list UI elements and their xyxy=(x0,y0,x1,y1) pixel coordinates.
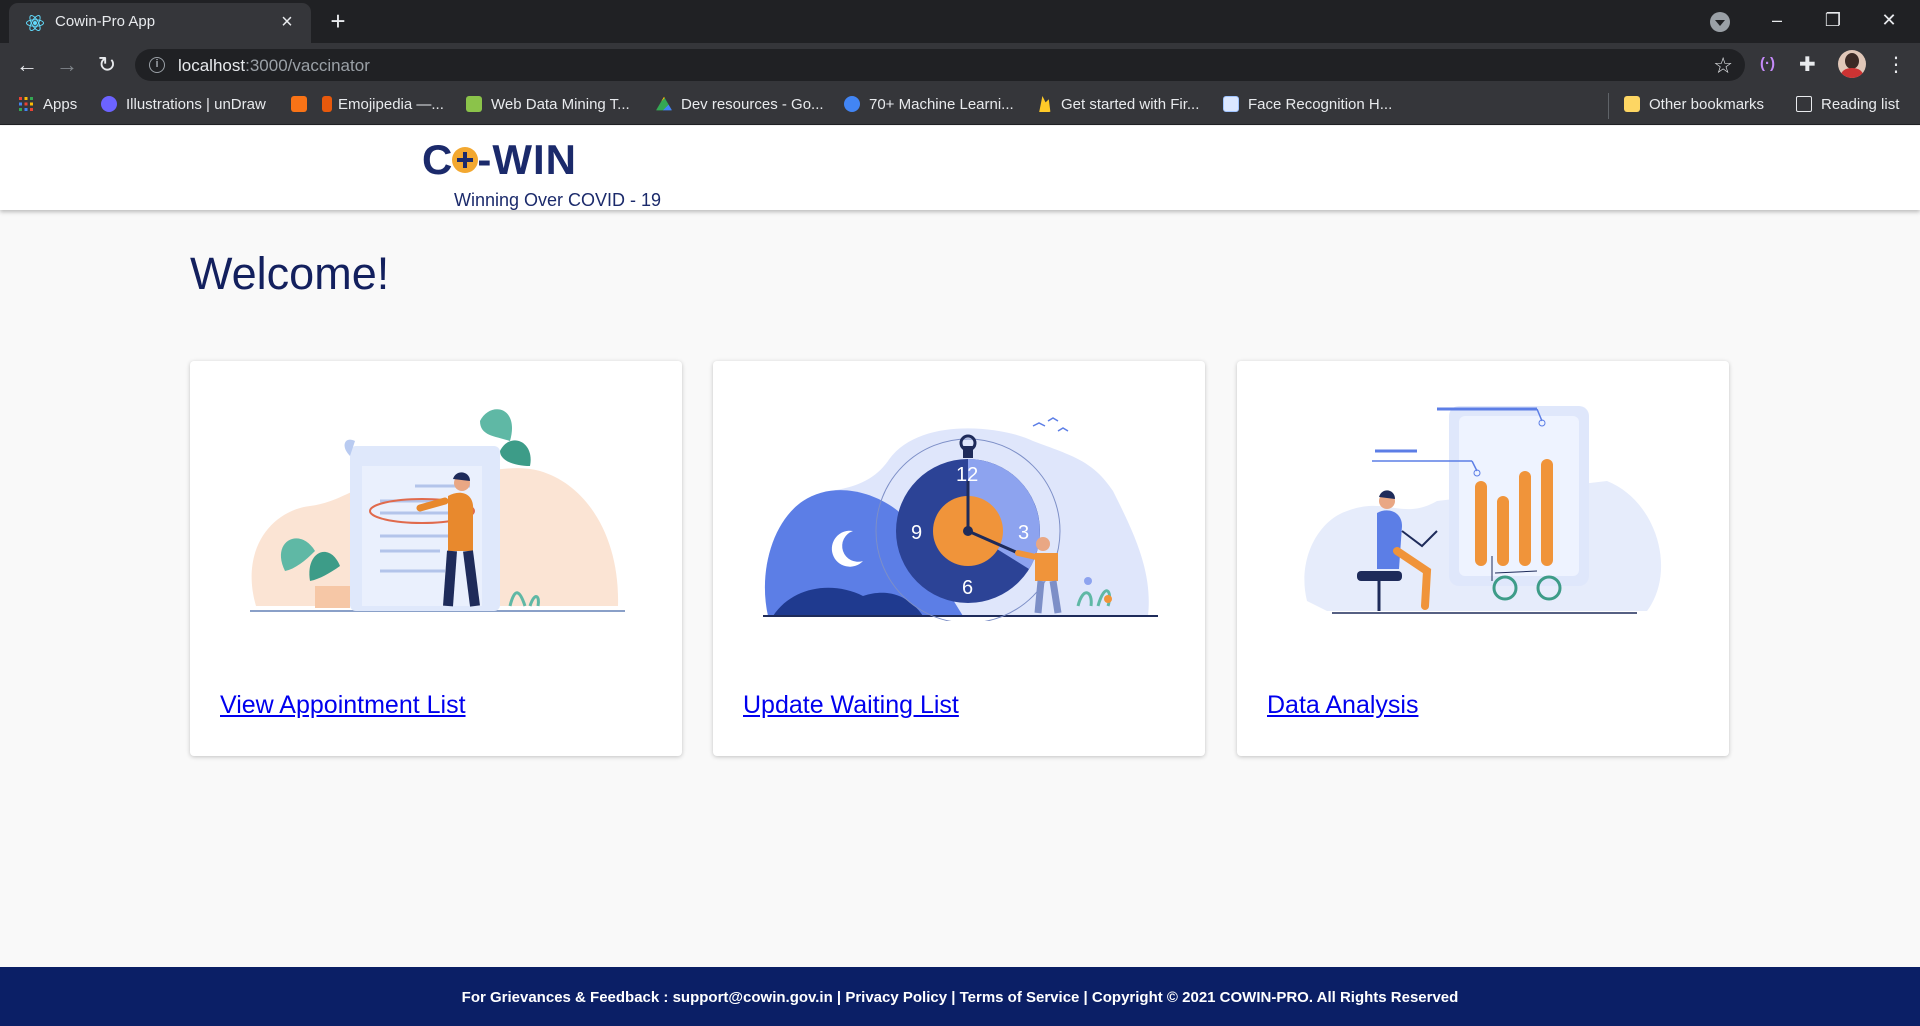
bookmark-web-data-mining[interactable]: Web Data Mining T... xyxy=(466,96,630,113)
ml-site-icon xyxy=(844,96,860,112)
data-analysis-card: Data Analysis xyxy=(1237,361,1729,756)
appointment-card: View Appointment List xyxy=(190,361,682,756)
reading-list-icon xyxy=(1796,96,1812,112)
cowin-logo[interactable]: C -WIN Winning Over COVID - 19 xyxy=(422,136,661,210)
forward-icon[interactable]: → xyxy=(53,51,81,79)
url-text[interactable]: localhost:3000/vaccinator xyxy=(178,56,370,76)
copyright-text: Copyright © 2021 COWIN-PRO. All Rights R… xyxy=(1091,989,1459,1006)
reading-list[interactable]: Reading list xyxy=(1796,96,1899,113)
browser-tab-bar: Cowin-Pro App × + – ❐ ✕ xyxy=(0,0,1920,43)
web-data-icon xyxy=(466,96,482,112)
appointment-illustration xyxy=(250,409,625,612)
restore-icon[interactable]: ❐ xyxy=(1810,6,1856,34)
new-tab-button[interactable]: + xyxy=(324,7,352,35)
bookmark-undraw[interactable]: Illustrations | unDraw xyxy=(101,96,266,113)
bookmark-machine-learning[interactable]: 70+ Machine Learni... xyxy=(844,96,1014,113)
bookmark-face-recognition[interactable]: Face Recognition H... xyxy=(1223,96,1392,113)
bookmark-favicon[interactable] xyxy=(291,96,316,113)
emojipedia-icon xyxy=(322,96,332,112)
reload-icon[interactable]: ↻ xyxy=(93,51,121,79)
browser-tab[interactable]: Cowin-Pro App × xyxy=(9,3,311,43)
bookmarks-divider xyxy=(1608,93,1609,119)
update-waiting-list-link[interactable]: Update Waiting List xyxy=(743,691,959,720)
profile-avatar[interactable] xyxy=(1838,50,1866,78)
footer-text: For Grievances & Feedback : support@cowi… xyxy=(461,989,1459,1006)
data-analysis-illustration xyxy=(1304,406,1662,614)
view-appointment-list-link[interactable]: View Appointment List xyxy=(220,691,466,720)
welcome-heading: Welcome! xyxy=(190,248,390,299)
face-recognition-icon xyxy=(1223,96,1239,112)
orange-site-icon xyxy=(291,96,307,112)
puzzle-extensions-icon[interactable]: ✚ xyxy=(1799,52,1816,77)
privacy-policy-link[interactable]: Privacy Policy xyxy=(845,989,947,1006)
app-header: C -WIN Winning Over COVID - 19 xyxy=(0,126,1920,210)
close-tab-icon[interactable]: × xyxy=(275,10,299,34)
browser-toolbar: ← → ↻ i localhost:3000/vaccinator ☆ (·) … xyxy=(0,43,1920,87)
browser-menu-icon[interactable]: ⋮ xyxy=(1886,52,1906,77)
site-info-icon[interactable]: i xyxy=(149,57,165,73)
other-bookmarks[interactable]: Other bookmarks xyxy=(1624,96,1764,113)
back-icon[interactable]: ← xyxy=(13,51,41,79)
apps-grid-icon xyxy=(19,97,33,111)
svg-text:12: 12 xyxy=(956,464,978,486)
data-analysis-link[interactable]: Data Analysis xyxy=(1267,691,1418,720)
bookmark-star-icon[interactable]: ☆ xyxy=(1713,53,1733,79)
support-email-link[interactable]: support@cowin.gov.in xyxy=(673,989,833,1006)
react-icon xyxy=(26,14,44,32)
bookmarks-bar: Apps Illustrations | unDraw Emojipedia —… xyxy=(0,87,1920,125)
waiting-list-card: 12 9 3 6 Update Waiting List xyxy=(713,361,1205,756)
firebase-icon xyxy=(1039,96,1051,112)
close-window-icon[interactable]: ✕ xyxy=(1866,6,1912,34)
drive-icon xyxy=(656,96,672,111)
extension-icon[interactable]: (·) xyxy=(1760,55,1775,72)
bookmark-apps[interactable]: Apps xyxy=(18,96,77,113)
svg-text:9: 9 xyxy=(911,522,922,544)
folder-icon xyxy=(1624,96,1640,112)
bookmark-dev-resources[interactable]: Dev resources - Go... xyxy=(656,96,824,113)
svg-text:3: 3 xyxy=(1018,522,1029,544)
app-footer: For Grievances & Feedback : support@cowi… xyxy=(0,967,1920,1026)
minimize-icon[interactable]: – xyxy=(1754,6,1800,34)
tab-search-icon[interactable] xyxy=(1710,12,1730,32)
address-bar[interactable]: i localhost:3000/vaccinator ☆ xyxy=(135,49,1745,81)
bookmark-firebase[interactable]: Get started with Fir... xyxy=(1036,96,1199,113)
svg-text:6: 6 xyxy=(962,577,973,599)
bookmark-emojipedia[interactable]: Emojipedia —... xyxy=(322,96,444,113)
tab-title: Cowin-Pro App xyxy=(55,13,156,30)
clock-illustration: 12 9 3 6 xyxy=(763,417,1158,621)
terms-of-service-link[interactable]: Terms of Service xyxy=(960,989,1080,1006)
plus-icon xyxy=(452,147,479,173)
logo-tagline: Winning Over COVID - 19 xyxy=(454,190,662,210)
undraw-icon xyxy=(101,96,117,112)
